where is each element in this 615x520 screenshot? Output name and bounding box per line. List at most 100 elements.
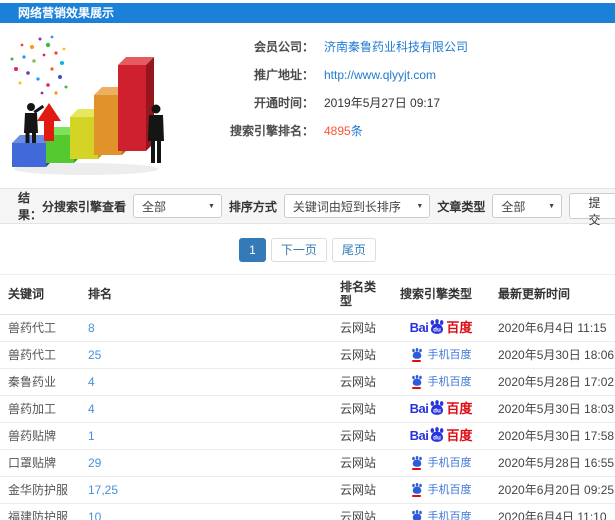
col-header-engine-type: 搜索引擎类型 [392,274,490,315]
baidu-pc-logo: Bai du 百度 [409,400,473,418]
promo-url-row: 推广地址： http://www.qlyyjt.com [186,67,615,84]
rank-type-cell: 云网站 [332,422,392,450]
info-section: 会员公司： 济南秦鲁药业科技有限公司 推广地址： http://www.qlyy… [0,23,615,188]
rank-type-cell: 云网站 [332,449,392,477]
page: 网络营销效果展示 会员公司： 济南秦鲁药业科技有限公司 推广地址： http:/… [0,0,615,520]
filter-bar: 结果： 分搜索引擎查看 全部 ▼ 排序方式 关键词由短到长排序 ▼ 文章类型 全… [0,188,615,227]
engine-type-cell: 手机百度 [392,503,490,520]
sort-select-value: 关键词由短到长排序 [292,199,401,214]
chevron-down-icon: ▼ [416,202,424,210]
engine-rank-label: 搜索引擎排名： [229,124,314,138]
rank-link[interactable]: 8 [88,321,95,335]
col-header-keyword: 关键词 [0,274,80,315]
pagination: 1 下一页 尾页 [0,224,615,274]
engine-select[interactable]: 全部 ▼ [133,194,222,218]
rank-cell: 17,25 [80,476,332,504]
rank-type-cell: 云网站 [332,476,392,504]
chevron-down-icon: ▼ [548,202,556,210]
table-row: 兽药加工 4 云网站 Bai du 百度 2020年5月30日 18:03 [0,395,615,423]
baidu-mobile-logo: 手机百度 [411,375,472,389]
table-row: 口罩贴牌 29 云网站 手机百度 2020年5月28日 16:55 [0,449,615,477]
filter-controls: 分搜索引擎查看 全部 ▼ 排序方式 关键词由短到长排序 ▼ 文章类型 全部 ▼ … [42,193,615,227]
engine-type-cell: 手机百度 [392,341,490,369]
updated-cell: 2020年6月4日 11:10 [490,503,615,520]
rank-link[interactable]: 29 [88,456,101,470]
info-list: 会员公司： 济南秦鲁药业科技有限公司 推广地址： http://www.qlyy… [186,29,615,188]
rank-link[interactable]: 25 [88,348,101,362]
sort-select[interactable]: 关键词由短到长排序 ▼ [283,194,431,218]
svg-text:du: du [433,408,441,415]
page-header-bar: 网络营销效果展示 [0,3,615,23]
engine-rank-count: 4895 [324,124,351,138]
baidu-pc-logo: Bai du 百度 [409,319,473,337]
mobile-baidu-paw-icon [411,375,423,389]
member-company-link[interactable]: 济南秦鲁药业科技有限公司 [324,40,468,54]
rank-cell: 10 [80,503,332,520]
article-type-select[interactable]: 全部 ▼ [492,194,563,218]
col-header-updated: 最新更新时间 [490,274,615,315]
updated-cell: 2020年5月30日 18:06 [490,341,615,369]
rank-type-cell: 云网站 [332,395,392,423]
baidu-paw-icon: du [429,427,445,445]
engine-type-cell: 手机百度 [392,449,490,477]
svg-text:du: du [433,327,441,334]
last-page-button[interactable]: 尾页 [331,238,376,262]
article-type-label: 文章类型 [437,199,486,214]
result-label: 结果： [18,191,43,222]
rank-link[interactable]: 4 [88,402,95,416]
rank-cell: 4 [80,368,332,396]
rank-type-cell: 云网站 [332,503,392,520]
baidu-paw-icon: du [429,400,445,418]
table-header-row: 关键词 排名 排名类型 搜索引擎类型 最新更新时间 [0,274,615,315]
keyword-cell: 兽药代工 [0,341,80,369]
rank-cell: 25 [80,341,332,369]
page-1-button[interactable]: 1 [239,238,266,262]
engine-type-cell: Bai du 百度 [392,422,490,450]
results-table: 关键词 排名 排名类型 搜索引擎类型 最新更新时间 兽药代工 8 云网站 Bai du 百… [0,274,615,520]
open-time-value: 2019年5月27日 09:17 [324,96,441,110]
keyword-cell: 兽药代工 [0,314,80,342]
keyword-cell: 福建防护服 [0,503,80,520]
member-company-label: 会员公司： [253,40,314,54]
table-row: 兽药代工 25 云网站 手机百度 2020年5月30日 18:06 [0,341,615,369]
keyword-cell: 兽药贴牌 [0,422,80,450]
baidu-paw-icon: du [429,319,445,337]
marketing-clipart-image [4,29,186,188]
open-time-row: 开通时间： 2019年5月27日 09:17 [186,95,615,112]
engine-type-cell: 手机百度 [392,476,490,504]
col-header-rank-type: 排名类型 [332,274,392,315]
table-row: 秦鲁药业 4 云网站 手机百度 2020年5月28日 17:02 [0,368,615,396]
engine-type-cell: 手机百度 [392,368,490,396]
mobile-baidu-paw-icon [411,510,423,520]
mobile-baidu-paw-icon [411,348,423,362]
engine-filter-label: 分搜索引擎查看 [42,199,127,214]
engine-type-cell: Bai du 百度 [392,395,490,423]
baidu-mobile-logo: 手机百度 [411,483,472,497]
rank-link[interactable]: 4 [88,375,95,389]
confetti-dots [10,35,68,95]
promo-url-label: 推广地址： [253,68,314,82]
article-type-select-value: 全部 [501,199,526,214]
rank-link[interactable]: 10 [88,510,101,520]
table-row: 福建防护服 10 云网站 手机百度 2020年6月4日 11:10 [0,503,615,520]
rank-type-cell: 云网站 [332,368,392,396]
rank-cell: 29 [80,449,332,477]
updated-cell: 2020年6月20日 09:25 [490,476,615,504]
keyword-cell: 秦鲁药业 [0,368,80,396]
rank-link[interactable]: 1 [88,429,95,443]
next-page-button[interactable]: 下一页 [270,238,327,262]
table-row: 兽药贴牌 1 云网站 Bai du 百度 2020年5月30日 17:58 [0,422,615,450]
rank-type-cell: 云网站 [332,314,392,342]
updated-cell: 2020年5月30日 18:03 [490,395,615,423]
updated-cell: 2020年5月28日 16:55 [490,449,615,477]
keyword-cell: 金华防护服 [0,476,80,504]
rank-link[interactable]: 17,25 [88,483,118,497]
open-time-label: 开通时间： [253,96,314,110]
member-company-row: 会员公司： 济南秦鲁药业科技有限公司 [186,39,615,56]
engine-rank-unit: 条 [350,124,363,138]
submit-button[interactable]: 提交 [569,193,615,227]
engine-type-cell: Bai du 百度 [392,314,490,342]
baidu-mobile-logo: 手机百度 [411,348,472,362]
page-title: 网络营销效果展示 [18,6,115,20]
promo-url-link[interactable]: http://www.qlyyjt.com [324,68,436,82]
